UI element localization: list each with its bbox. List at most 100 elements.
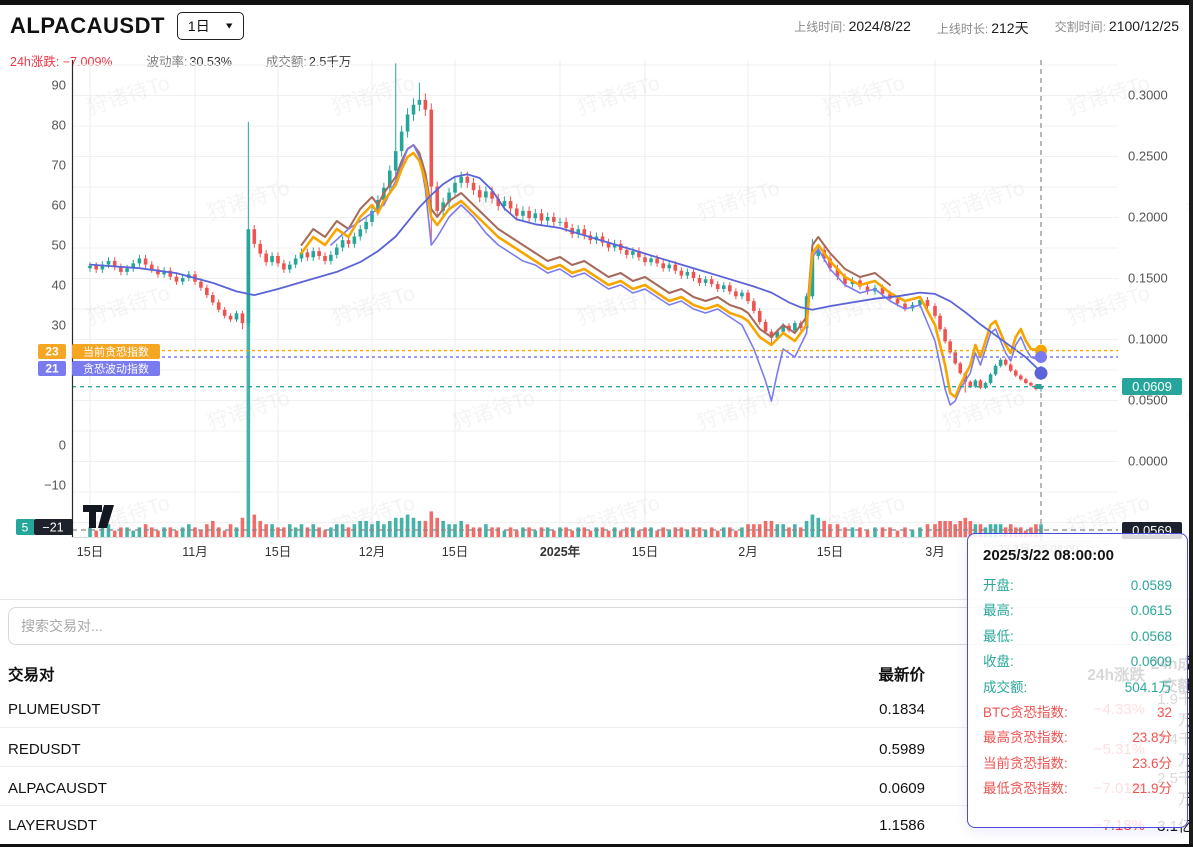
candle-body[interactable] — [667, 265, 671, 269]
candle-body[interactable] — [144, 258, 148, 264]
candle-body[interactable] — [521, 211, 525, 216]
candle-body[interactable] — [311, 251, 315, 257]
candle-body[interactable] — [704, 279, 708, 283]
candle-body[interactable] — [746, 293, 750, 302]
candle-body[interactable] — [649, 258, 653, 262]
candle-body[interactable] — [247, 229, 251, 323]
candle-body[interactable] — [698, 278, 702, 283]
candle-body[interactable] — [341, 240, 345, 247]
candle-body[interactable] — [625, 250, 629, 255]
candle-body[interactable] — [943, 329, 947, 341]
candle-body[interactable] — [211, 295, 215, 302]
candle-body[interactable] — [728, 285, 732, 291]
candle-body[interactable] — [552, 217, 556, 222]
candle-body[interactable] — [472, 183, 476, 190]
candle-body[interactable] — [270, 256, 274, 262]
candle-body[interactable] — [655, 258, 659, 263]
candle-body[interactable] — [1029, 383, 1033, 385]
candle-body[interactable] — [175, 277, 179, 282]
candle-body[interactable] — [527, 211, 531, 218]
candle-body[interactable] — [764, 322, 768, 332]
candle-body[interactable] — [418, 100, 422, 105]
candle-body[interactable] — [680, 271, 684, 276]
candle-body[interactable] — [294, 258, 298, 264]
candle-body[interactable] — [252, 229, 256, 244]
candle-body[interactable] — [686, 272, 690, 276]
candle-body[interactable] — [235, 313, 239, 319]
candle-body[interactable] — [758, 311, 762, 322]
price-chart[interactable]: 狩诸待To狩诸待To狩诸待To狩诸待To狩诸待To狩诸待To狩诸待To狩诸待To… — [0, 0, 1193, 565]
candle-body[interactable] — [306, 252, 310, 257]
candle-body[interactable] — [958, 363, 962, 373]
candle-body[interactable] — [459, 177, 463, 183]
candle-body[interactable] — [478, 190, 482, 197]
candle-body[interactable] — [953, 352, 957, 363]
candle-body[interactable] — [631, 251, 635, 255]
candle-body[interactable] — [938, 316, 942, 329]
candle-body[interactable] — [364, 222, 368, 229]
candle-body[interactable] — [217, 302, 221, 309]
candle-body[interactable] — [643, 257, 647, 262]
candle-body[interactable] — [347, 240, 351, 244]
candle-body[interactable] — [969, 382, 973, 387]
candle-body[interactable] — [229, 316, 233, 320]
candle-body[interactable] — [1009, 365, 1013, 371]
candle-body[interactable] — [692, 272, 696, 278]
candle-body[interactable] — [453, 183, 457, 193]
candle-body[interactable] — [107, 261, 111, 265]
column-header-1[interactable]: 最新价 — [710, 663, 925, 685]
candle-body[interactable] — [406, 115, 410, 132]
candle-body[interactable] — [258, 244, 262, 254]
candle-body[interactable] — [125, 268, 129, 272]
candle-body[interactable] — [716, 284, 720, 289]
candle-body[interactable] — [661, 263, 665, 268]
candle-body[interactable] — [793, 323, 797, 330]
candle-body[interactable] — [424, 100, 428, 110]
candle-body[interactable] — [199, 282, 203, 288]
candle-body[interactable] — [558, 222, 562, 223]
candle-body[interactable] — [466, 177, 470, 183]
candle-body[interactable] — [673, 265, 677, 271]
candle-body[interactable] — [412, 105, 416, 115]
column-header-0[interactable]: 交易对 — [0, 663, 710, 685]
candle-body[interactable] — [752, 301, 756, 311]
candle-body[interactable] — [358, 229, 362, 236]
candle-body[interactable] — [94, 266, 98, 270]
candle-body[interactable] — [400, 132, 404, 152]
candle-body[interactable] — [896, 299, 900, 304]
candle-body[interactable] — [989, 374, 993, 383]
candle-body[interactable] — [323, 256, 327, 261]
candle-body[interactable] — [353, 237, 357, 244]
candle-body[interactable] — [429, 110, 433, 187]
candle-body[interactable] — [181, 278, 185, 282]
candle-body[interactable] — [540, 213, 544, 220]
candle-body[interactable] — [484, 191, 488, 197]
candle-body[interactable] — [710, 279, 714, 284]
candle-body[interactable] — [933, 306, 937, 316]
candle-body[interactable] — [1004, 360, 1008, 365]
candle-body[interactable] — [205, 288, 209, 295]
candle-body[interactable] — [515, 208, 519, 215]
candle-body[interactable] — [1014, 371, 1018, 376]
candle-body[interactable] — [138, 258, 142, 263]
candle-body[interactable] — [740, 293, 744, 297]
candle-body[interactable] — [276, 256, 280, 263]
candle-body[interactable] — [533, 213, 537, 218]
candle-body[interactable] — [722, 285, 726, 289]
candle-body[interactable] — [223, 310, 227, 316]
candle-body[interactable] — [1019, 376, 1023, 380]
candle-body[interactable] — [734, 291, 738, 296]
candle-body[interactable] — [1024, 379, 1028, 383]
candle-body[interactable] — [335, 248, 339, 255]
candle-body[interactable] — [509, 201, 513, 208]
candle-body[interactable] — [974, 380, 978, 386]
candle-body[interactable] — [999, 360, 1003, 366]
candle-body[interactable] — [264, 254, 268, 263]
candle-body[interactable] — [317, 251, 321, 256]
candle-body[interactable] — [564, 222, 568, 228]
candle-body[interactable] — [241, 313, 245, 323]
candle-body[interactable] — [88, 266, 92, 268]
candle-body[interactable] — [150, 265, 154, 270]
candle-body[interactable] — [546, 217, 550, 221]
candle-body[interactable] — [394, 151, 398, 171]
